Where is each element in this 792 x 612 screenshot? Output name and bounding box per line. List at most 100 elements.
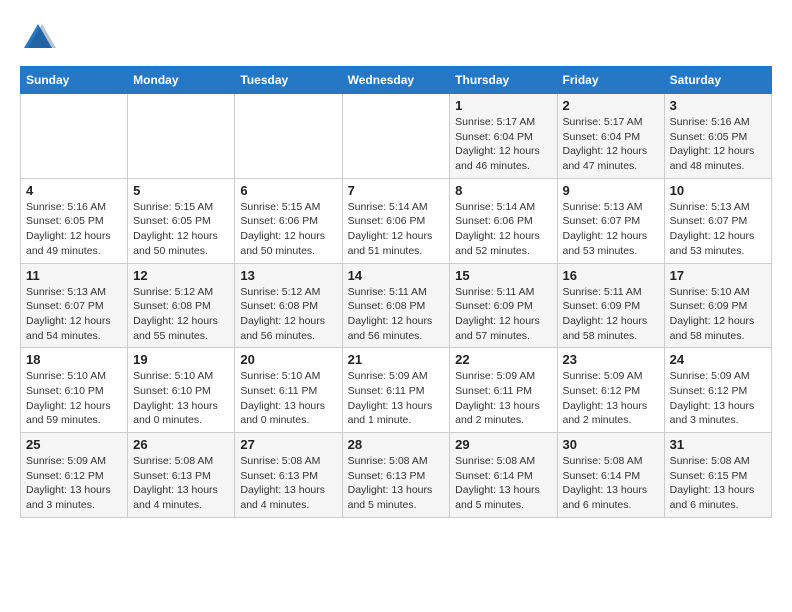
day-info: Sunrise: 5:08 AM Sunset: 6:14 PM Dayligh… (455, 454, 551, 513)
day-number: 24 (670, 352, 766, 367)
day-number: 21 (348, 352, 445, 367)
page-header (20, 20, 772, 56)
header-day: Saturday (664, 67, 771, 94)
day-info: Sunrise: 5:10 AM Sunset: 6:10 PM Dayligh… (26, 369, 122, 428)
header-day: Wednesday (342, 67, 450, 94)
calendar-cell: 26 Sunrise: 5:08 AM Sunset: 6:13 PM Dayli… (128, 433, 235, 518)
day-number: 26 (133, 437, 229, 452)
day-number: 15 (455, 268, 551, 283)
logo-icon (20, 20, 56, 56)
calendar-cell (235, 94, 342, 179)
day-info: Sunrise: 5:10 AM Sunset: 6:11 PM Dayligh… (240, 369, 336, 428)
day-info: Sunrise: 5:08 AM Sunset: 6:13 PM Dayligh… (348, 454, 445, 513)
day-number: 16 (563, 268, 659, 283)
day-info: Sunrise: 5:09 AM Sunset: 6:11 PM Dayligh… (348, 369, 445, 428)
calendar-cell: 16 Sunrise: 5:11 AM Sunset: 6:09 PM Dayli… (557, 263, 664, 348)
day-info: Sunrise: 5:08 AM Sunset: 6:13 PM Dayligh… (240, 454, 336, 513)
day-info: Sunrise: 5:11 AM Sunset: 6:09 PM Dayligh… (455, 285, 551, 344)
day-info: Sunrise: 5:09 AM Sunset: 6:12 PM Dayligh… (563, 369, 659, 428)
header-day: Monday (128, 67, 235, 94)
calendar-cell: 6 Sunrise: 5:15 AM Sunset: 6:06 PM Daylig… (235, 178, 342, 263)
calendar-cell: 22Sunrise: 5:09 AM Sunset: 6:11 PM Dayli… (450, 348, 557, 433)
calendar-week-row: 18 Sunrise: 5:10 AM Sunset: 6:10 PM Dayli… (21, 348, 772, 433)
calendar-body: 1 Sunrise: 5:17 AM Sunset: 6:04 PM Daylig… (21, 94, 772, 518)
calendar-cell: 17Sunrise: 5:10 AM Sunset: 6:09 PM Dayli… (664, 263, 771, 348)
header-day: Tuesday (235, 67, 342, 94)
day-number: 1 (455, 98, 551, 113)
day-number: 9 (563, 183, 659, 198)
day-info: Sunrise: 5:15 AM Sunset: 6:05 PM Dayligh… (133, 200, 229, 259)
day-info: Sunrise: 5:12 AM Sunset: 6:08 PM Dayligh… (133, 285, 229, 344)
day-number: 27 (240, 437, 336, 452)
day-number: 25 (26, 437, 122, 452)
calendar-week-row: 1 Sunrise: 5:17 AM Sunset: 6:04 PM Daylig… (21, 94, 772, 179)
calendar-cell: 19Sunrise: 5:10 AM Sunset: 6:10 PM Dayli… (128, 348, 235, 433)
day-number: 30 (563, 437, 659, 452)
calendar-cell: 25 Sunrise: 5:09 AM Sunset: 6:12 PM Dayli… (21, 433, 128, 518)
day-info: Sunrise: 5:16 AM Sunset: 6:05 PM Dayligh… (26, 200, 122, 259)
day-number: 31 (670, 437, 766, 452)
day-info: Sunrise: 5:13 AM Sunset: 6:07 PM Dayligh… (670, 200, 766, 259)
day-number: 11 (26, 268, 122, 283)
day-info: Sunrise: 5:09 AM Sunset: 6:12 PM Dayligh… (670, 369, 766, 428)
day-info: Sunrise: 5:10 AM Sunset: 6:10 PM Dayligh… (133, 369, 229, 428)
header-day: Thursday (450, 67, 557, 94)
day-info: Sunrise: 5:11 AM Sunset: 6:08 PM Dayligh… (348, 285, 445, 344)
calendar-week-row: 11 Sunrise: 5:13 AM Sunset: 6:07 PM Dayli… (21, 263, 772, 348)
calendar-cell: 27 Sunrise: 5:08 AM Sunset: 6:13 PM Dayli… (235, 433, 342, 518)
calendar-cell: 23 Sunrise: 5:09 AM Sunset: 6:12 PM Dayli… (557, 348, 664, 433)
day-number: 18 (26, 352, 122, 367)
calendar-cell: 29Sunrise: 5:08 AM Sunset: 6:14 PM Dayli… (450, 433, 557, 518)
calendar-cell: 21 Sunrise: 5:09 AM Sunset: 6:11 PM Dayli… (342, 348, 450, 433)
day-info: Sunrise: 5:09 AM Sunset: 6:12 PM Dayligh… (26, 454, 122, 513)
day-info: Sunrise: 5:16 AM Sunset: 6:05 PM Dayligh… (670, 115, 766, 174)
header-day: Sunday (21, 67, 128, 94)
calendar-cell: 20 Sunrise: 5:10 AM Sunset: 6:11 PM Dayli… (235, 348, 342, 433)
day-number: 13 (240, 268, 336, 283)
day-info: Sunrise: 5:08 AM Sunset: 6:15 PM Dayligh… (670, 454, 766, 513)
day-info: Sunrise: 5:09 AM Sunset: 6:11 PM Dayligh… (455, 369, 551, 428)
calendar-cell: 30 Sunrise: 5:08 AM Sunset: 6:14 PM Dayli… (557, 433, 664, 518)
day-number: 12 (133, 268, 229, 283)
day-info: Sunrise: 5:15 AM Sunset: 6:06 PM Dayligh… (240, 200, 336, 259)
calendar-cell (128, 94, 235, 179)
calendar-cell: 24 Sunrise: 5:09 AM Sunset: 6:12 PM Dayli… (664, 348, 771, 433)
day-number: 6 (240, 183, 336, 198)
calendar-cell: 12 Sunrise: 5:12 AM Sunset: 6:08 PM Dayli… (128, 263, 235, 348)
day-number: 8 (455, 183, 551, 198)
day-number: 2 (563, 98, 659, 113)
day-info: Sunrise: 5:13 AM Sunset: 6:07 PM Dayligh… (26, 285, 122, 344)
calendar-cell: 15 Sunrise: 5:11 AM Sunset: 6:09 PM Dayli… (450, 263, 557, 348)
day-number: 23 (563, 352, 659, 367)
day-info: Sunrise: 5:08 AM Sunset: 6:13 PM Dayligh… (133, 454, 229, 513)
day-number: 4 (26, 183, 122, 198)
day-info: Sunrise: 5:17 AM Sunset: 6:04 PM Dayligh… (455, 115, 551, 174)
calendar-cell: 5 Sunrise: 5:15 AM Sunset: 6:05 PM Daylig… (128, 178, 235, 263)
calendar-cell: 4 Sunrise: 5:16 AM Sunset: 6:05 PM Daylig… (21, 178, 128, 263)
day-number: 10 (670, 183, 766, 198)
calendar-cell: 28Sunrise: 5:08 AM Sunset: 6:13 PM Dayli… (342, 433, 450, 518)
calendar-week-row: 4 Sunrise: 5:16 AM Sunset: 6:05 PM Daylig… (21, 178, 772, 263)
calendar-cell: 3 Sunrise: 5:16 AM Sunset: 6:05 PM Daylig… (664, 94, 771, 179)
day-number: 7 (348, 183, 445, 198)
calendar-week-row: 25 Sunrise: 5:09 AM Sunset: 6:12 PM Dayli… (21, 433, 772, 518)
calendar-cell: 14Sunrise: 5:11 AM Sunset: 6:08 PM Dayli… (342, 263, 450, 348)
day-info: Sunrise: 5:17 AM Sunset: 6:04 PM Dayligh… (563, 115, 659, 174)
day-info: Sunrise: 5:12 AM Sunset: 6:08 PM Dayligh… (240, 285, 336, 344)
calendar-table: SundayMondayTuesdayWednesdayThursdayFrid… (20, 66, 772, 518)
day-info: Sunrise: 5:14 AM Sunset: 6:06 PM Dayligh… (455, 200, 551, 259)
day-info: Sunrise: 5:13 AM Sunset: 6:07 PM Dayligh… (563, 200, 659, 259)
calendar-header: SundayMondayTuesdayWednesdayThursdayFrid… (21, 67, 772, 94)
calendar-cell: 2 Sunrise: 5:17 AM Sunset: 6:04 PM Daylig… (557, 94, 664, 179)
calendar-cell: 31 Sunrise: 5:08 AM Sunset: 6:15 PM Dayli… (664, 433, 771, 518)
calendar-cell: 10 Sunrise: 5:13 AM Sunset: 6:07 PM Dayli… (664, 178, 771, 263)
calendar-cell: 18 Sunrise: 5:10 AM Sunset: 6:10 PM Dayli… (21, 348, 128, 433)
day-number: 3 (670, 98, 766, 113)
calendar-cell: 1 Sunrise: 5:17 AM Sunset: 6:04 PM Daylig… (450, 94, 557, 179)
day-info: Sunrise: 5:08 AM Sunset: 6:14 PM Dayligh… (563, 454, 659, 513)
day-info: Sunrise: 5:11 AM Sunset: 6:09 PM Dayligh… (563, 285, 659, 344)
day-number: 5 (133, 183, 229, 198)
calendar-cell: 7Sunrise: 5:14 AM Sunset: 6:06 PM Daylig… (342, 178, 450, 263)
day-number: 20 (240, 352, 336, 367)
calendar-cell: 9 Sunrise: 5:13 AM Sunset: 6:07 PM Daylig… (557, 178, 664, 263)
